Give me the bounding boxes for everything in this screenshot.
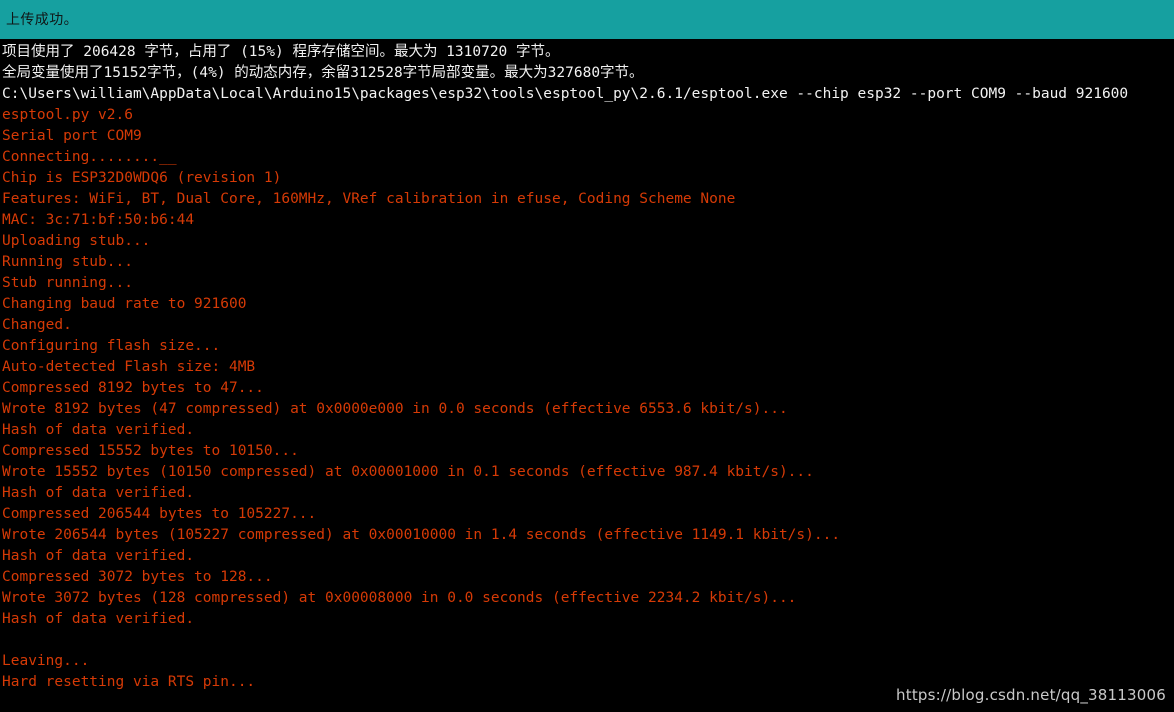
console-line: Changing baud rate to 921600 bbox=[2, 296, 247, 312]
console-line: MAC: 3c:71:bf:50:b6:44 bbox=[2, 212, 195, 228]
console-line: Hard resetting via RTS pin... bbox=[2, 674, 256, 690]
console-line: Compressed 8192 bytes to 47... bbox=[2, 380, 264, 396]
upload-status-message: 上传成功。 bbox=[6, 11, 78, 28]
console-line: 项目使用了 206428 字节，占用了 (15%) 程序存储空间。最大为 131… bbox=[2, 44, 560, 60]
console-line: Compressed 3072 bytes to 128... bbox=[2, 569, 273, 585]
console-line: C:\Users\william\AppData\Local\Arduino15… bbox=[2, 86, 1129, 102]
console-line: Compressed 206544 bytes to 105227... bbox=[2, 506, 317, 522]
console-line: Hash of data verified. bbox=[2, 422, 195, 438]
console-line: Wrote 8192 bytes (47 compressed) at 0x00… bbox=[2, 401, 788, 417]
console-line: Hash of data verified. bbox=[2, 548, 195, 564]
console-line: Auto-detected Flash size: 4MB bbox=[2, 359, 256, 375]
console-line: Running stub... bbox=[2, 254, 133, 270]
console-line: Leaving... bbox=[2, 653, 90, 669]
console-line: Wrote 206544 bytes (105227 compressed) a… bbox=[2, 527, 841, 543]
console-line: Hash of data verified. bbox=[2, 611, 195, 627]
console-line: 全局变量使用了15152字节，(4%) 的动态内存，余留312528字节局部变量… bbox=[2, 65, 644, 81]
console-line: Uploading stub... bbox=[2, 233, 151, 249]
console-line: Serial port COM9 bbox=[2, 128, 142, 144]
console-line: esptool.py v2.6 bbox=[2, 107, 133, 123]
console-line: Features: WiFi, BT, Dual Core, 160MHz, V… bbox=[2, 191, 736, 207]
upload-status-bar: 上传成功。 bbox=[0, 0, 1174, 39]
console-line: Connecting........__ bbox=[2, 149, 177, 165]
console-line: Compressed 15552 bytes to 10150... bbox=[2, 443, 299, 459]
console-line: Configuring flash size... bbox=[2, 338, 221, 354]
console-line: Wrote 3072 bytes (128 compressed) at 0x0… bbox=[2, 590, 797, 606]
console-line: Hash of data verified. bbox=[2, 485, 195, 501]
console-line: Changed. bbox=[2, 317, 72, 333]
console-line: Wrote 15552 bytes (10150 compressed) at … bbox=[2, 464, 814, 480]
console-line: Chip is ESP32D0WDQ6 (revision 1) bbox=[2, 170, 282, 186]
console-line: Stub running... bbox=[2, 275, 133, 291]
console-output-panel[interactable]: 项目使用了 206428 字节，占用了 (15%) 程序存储空间。最大为 131… bbox=[0, 39, 1174, 712]
